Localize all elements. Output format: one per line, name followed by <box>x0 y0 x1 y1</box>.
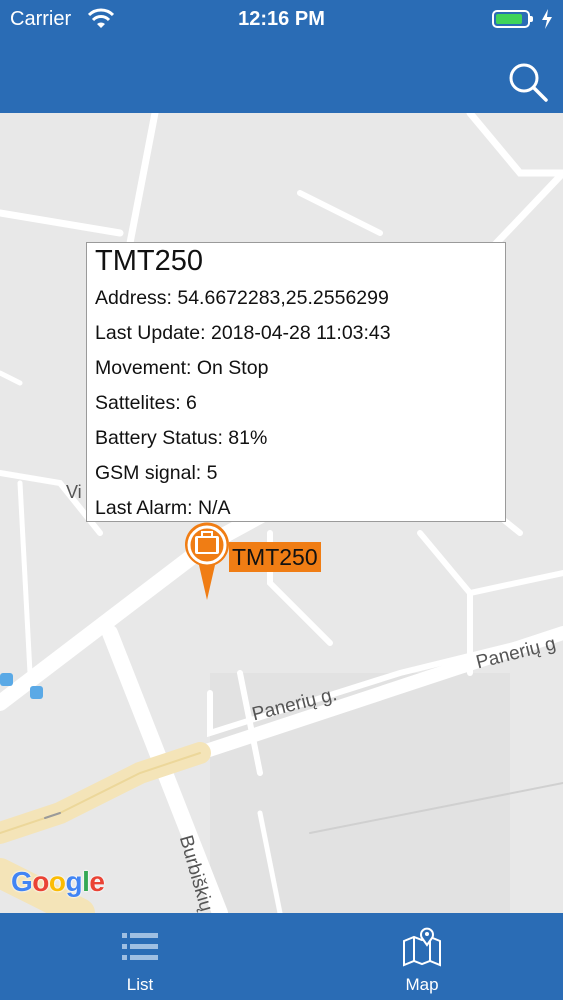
tab-map-label: Map <box>405 975 439 994</box>
info-window[interactable]: TMT250 Address: 54.6672283,25.2556299 La… <box>86 242 506 522</box>
tab-map[interactable]: Map <box>352 913 492 1000</box>
last-alarm-text: Last Alarm: N/A <box>95 497 231 519</box>
battery-status-text: Battery Status: 81% <box>95 427 268 449</box>
tab-bar: List Map <box>0 913 563 1000</box>
info-window-title: TMT250 <box>95 245 203 277</box>
google-logo: Google <box>11 866 105 897</box>
navigation-bar <box>0 40 563 113</box>
search-icon[interactable] <box>506 60 550 104</box>
map-icon <box>403 927 441 967</box>
clock: 12:16 PM <box>238 8 325 30</box>
briefcase-pin-icon[interactable] <box>183 520 231 602</box>
last-update-text: Last Update: 2018-04-28 11:03:43 <box>95 322 391 344</box>
status-bar: Carrier 12:16 PM <box>0 0 563 40</box>
tab-list-label: List <box>126 975 154 994</box>
bus-stop-icon <box>0 673 13 686</box>
list-icon <box>122 933 158 960</box>
charging-icon <box>542 9 552 29</box>
bus-stop-icon <box>30 686 43 699</box>
battery-icon <box>492 10 533 28</box>
gsm-signal-text: GSM signal: 5 <box>95 462 218 484</box>
marker-label[interactable]: TMT250 <box>229 542 321 572</box>
address-text: Address: 54.6672283,25.2556299 <box>95 287 389 309</box>
movement-text: Movement: On Stop <box>95 357 269 379</box>
satellites-text: Sattelites: 6 <box>95 392 197 414</box>
tab-list[interactable]: List <box>70 913 210 1000</box>
street-label: Vi <box>66 482 82 502</box>
